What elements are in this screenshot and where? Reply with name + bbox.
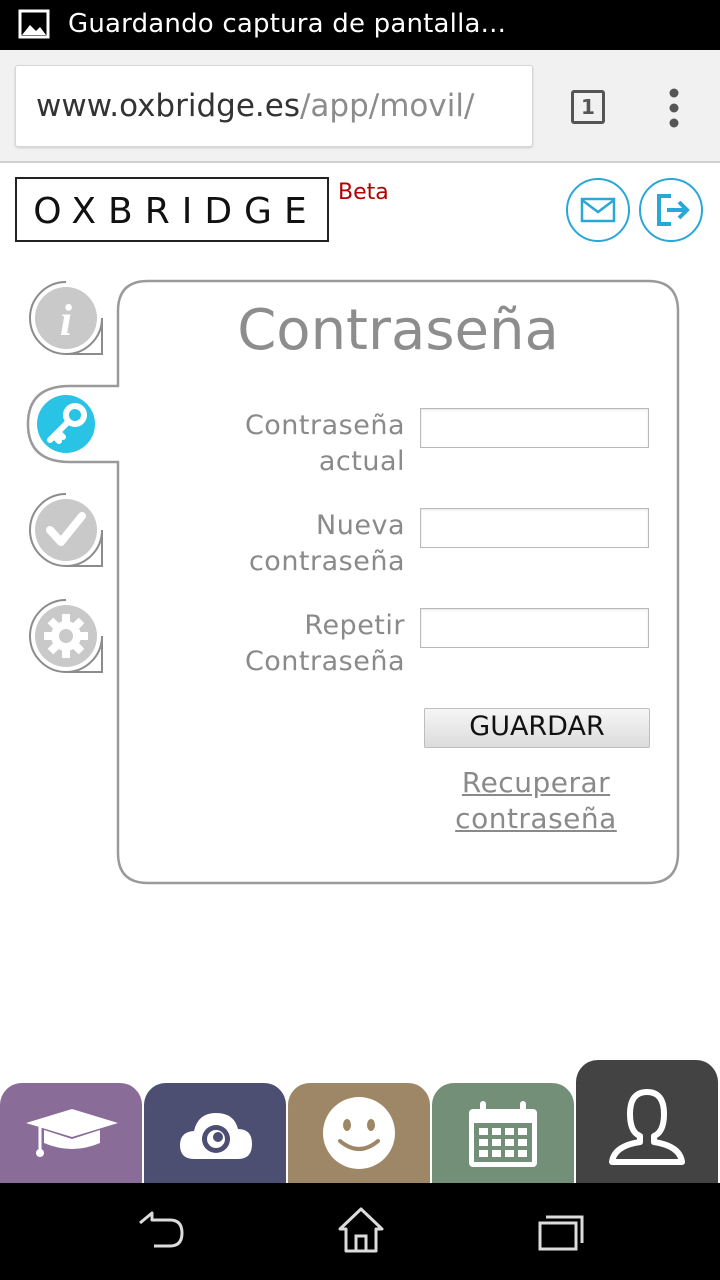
current-password-label-line1: Contraseña bbox=[244, 410, 405, 441]
calendar-icon bbox=[469, 1101, 537, 1167]
logout-button[interactable] bbox=[639, 178, 703, 242]
back-icon[interactable] bbox=[136, 1203, 186, 1255]
recover-password-link-line1: Recuperar bbox=[461, 766, 611, 799]
system-nav-bar bbox=[0, 1183, 720, 1280]
mail-button[interactable] bbox=[566, 178, 630, 242]
tab-courses[interactable] bbox=[0, 1083, 142, 1183]
url-text[interactable]: www.oxbridge.es/app/movil/ bbox=[36, 88, 474, 124]
graduation-cap-icon bbox=[26, 1109, 118, 1157]
info-icon[interactable]: i bbox=[28, 280, 104, 356]
status-bar: Guardando captura de pantalla... bbox=[0, 0, 720, 50]
current-password-input[interactable] bbox=[420, 408, 649, 448]
user-icon bbox=[609, 1089, 685, 1165]
beta-badge: Beta bbox=[338, 180, 389, 205]
check-icon[interactable] bbox=[28, 492, 104, 568]
current-password-label: Contraseña actual bbox=[150, 408, 405, 480]
tab-calendar[interactable] bbox=[432, 1083, 574, 1183]
repeat-password-label: Repetir Contraseña bbox=[150, 608, 405, 680]
logo-text: OXBRIDGE bbox=[33, 191, 319, 232]
tab-cloud[interactable] bbox=[144, 1083, 286, 1183]
recover-password-link-line2: contraseña bbox=[455, 802, 617, 835]
oxbridge-logo[interactable]: OXBRIDGE bbox=[15, 177, 329, 242]
svg-text:i: i bbox=[60, 296, 73, 345]
recent-apps-icon[interactable] bbox=[536, 1203, 586, 1255]
gear-icon[interactable] bbox=[28, 598, 104, 674]
home-icon[interactable] bbox=[336, 1203, 386, 1255]
url-bar[interactable]: www.oxbridge.es/app/movil/ bbox=[15, 65, 533, 147]
current-password-label-line2: actual bbox=[318, 446, 405, 477]
tab-switcher-button[interactable]: 1 bbox=[571, 90, 605, 124]
tab-smile[interactable] bbox=[288, 1083, 430, 1183]
browser-toolbar: www.oxbridge.es/app/movil/ 1 bbox=[0, 50, 720, 163]
tab-profile[interactable] bbox=[576, 1060, 718, 1183]
page-title: Contraseña bbox=[237, 298, 559, 363]
more-vert-icon[interactable] bbox=[663, 88, 685, 128]
repeat-password-input[interactable] bbox=[420, 608, 649, 648]
mail-icon bbox=[580, 197, 616, 223]
new-password-label-line1: Nueva bbox=[316, 510, 405, 541]
repeat-password-label-line2: Contraseña bbox=[244, 646, 405, 677]
repeat-password-label-line1: Repetir bbox=[304, 610, 405, 641]
save-button[interactable]: GUARDAR bbox=[424, 708, 650, 748]
status-text: Guardando captura de pantalla... bbox=[68, 9, 507, 39]
logout-icon bbox=[657, 194, 690, 226]
url-path: /app/movil/ bbox=[299, 88, 475, 124]
cloud-icon bbox=[180, 1113, 252, 1159]
new-password-label-line2: contraseña bbox=[248, 546, 405, 577]
new-password-input[interactable] bbox=[420, 508, 649, 548]
image-icon bbox=[18, 9, 50, 39]
recover-password-link[interactable]: Recuperar contraseña bbox=[420, 765, 652, 837]
smiley-icon bbox=[323, 1097, 395, 1169]
new-password-label: Nueva contraseña bbox=[150, 508, 405, 580]
key-icon[interactable] bbox=[28, 386, 104, 462]
url-domain: www.oxbridge.es bbox=[36, 88, 300, 124]
